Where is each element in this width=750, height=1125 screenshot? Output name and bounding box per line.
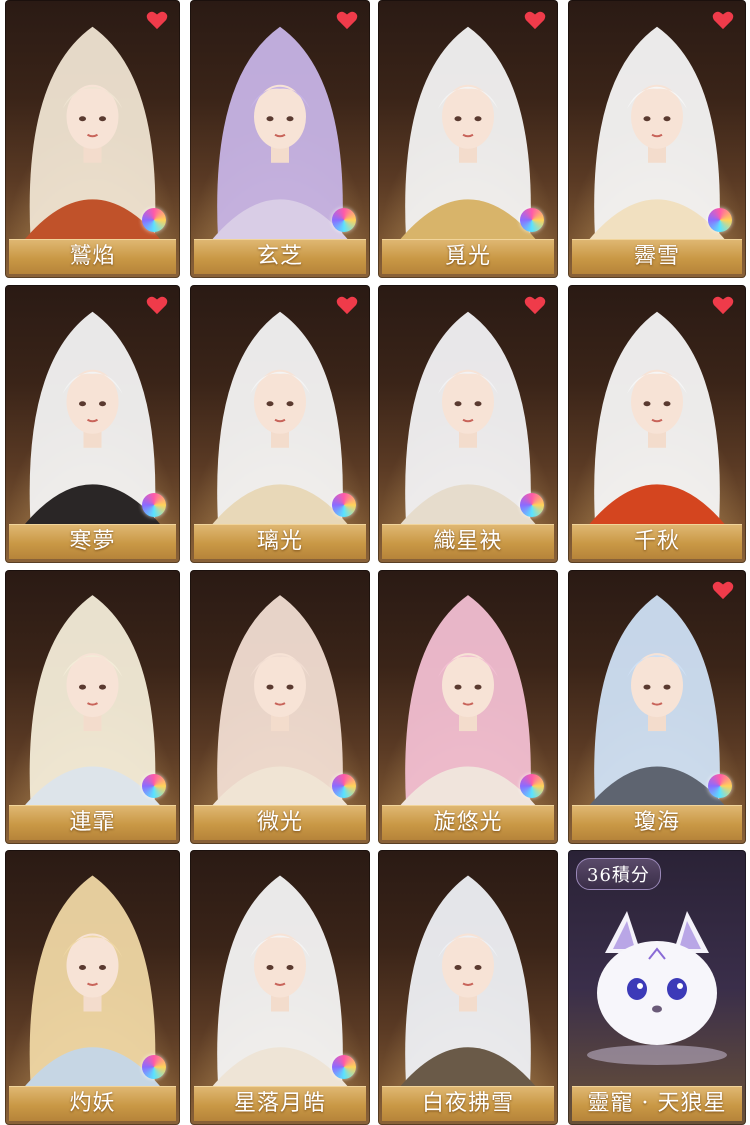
heart-icon[interactable] bbox=[146, 295, 168, 315]
character-portrait bbox=[398, 26, 538, 242]
outfit-name: 璃光 bbox=[194, 524, 366, 559]
character-portrait bbox=[210, 311, 350, 527]
character-portrait bbox=[210, 875, 350, 1089]
rainbow-orb-icon bbox=[520, 493, 544, 517]
heart-icon[interactable] bbox=[336, 10, 358, 30]
character-portrait bbox=[587, 311, 727, 527]
character-portrait bbox=[398, 595, 538, 808]
rainbow-orb-icon bbox=[332, 1055, 356, 1079]
rainbow-orb-icon bbox=[142, 1055, 166, 1079]
points-badge: 36積分 bbox=[576, 858, 661, 890]
outfit-card[interactable]: 寒夢 bbox=[5, 285, 180, 563]
rainbow-orb-icon bbox=[142, 493, 166, 517]
outfit-card[interactable]: 星落月皓 bbox=[190, 850, 370, 1125]
rainbow-orb-icon bbox=[332, 208, 356, 232]
outfit-card[interactable]: 灼妖 bbox=[5, 850, 180, 1125]
outfit-name: 千秋 bbox=[572, 524, 742, 559]
character-portrait bbox=[210, 595, 350, 808]
outfit-name: 霽雪 bbox=[572, 239, 742, 274]
character-portrait bbox=[22, 26, 163, 242]
character-portrait bbox=[398, 311, 538, 527]
pet-card[interactable]: 36積分 靈寵 · 天狼星 bbox=[568, 850, 746, 1125]
heart-icon[interactable] bbox=[336, 295, 358, 315]
heart-icon[interactable] bbox=[712, 295, 734, 315]
heart-icon[interactable] bbox=[524, 10, 546, 30]
outfit-name: 覓光 bbox=[382, 239, 554, 274]
character-portrait bbox=[22, 875, 163, 1089]
heart-icon[interactable] bbox=[146, 10, 168, 30]
character-portrait bbox=[587, 595, 727, 808]
heart-icon[interactable] bbox=[712, 10, 734, 30]
outfit-card[interactable]: 織星袂 bbox=[378, 285, 558, 563]
outfit-card[interactable]: 旋悠光 bbox=[378, 570, 558, 844]
rainbow-orb-icon bbox=[332, 493, 356, 517]
rainbow-orb-icon bbox=[142, 208, 166, 232]
character-portrait bbox=[22, 311, 163, 527]
outfit-name: 瓊海 bbox=[572, 805, 742, 840]
outfit-card[interactable]: 玄芝 bbox=[190, 0, 370, 278]
outfit-card[interactable]: 霽雪 bbox=[568, 0, 746, 278]
outfit-card[interactable]: 微光 bbox=[190, 570, 370, 844]
character-portrait bbox=[22, 595, 163, 808]
rainbow-orb-icon bbox=[520, 774, 544, 798]
outfit-card[interactable]: 千秋 bbox=[568, 285, 746, 563]
heart-icon[interactable] bbox=[524, 295, 546, 315]
outfit-name: 微光 bbox=[194, 805, 366, 840]
wolf-pet-icon bbox=[587, 911, 727, 1065]
outfit-name: 灼妖 bbox=[9, 1086, 176, 1121]
outfit-card[interactable]: 璃光 bbox=[190, 285, 370, 563]
outfit-card[interactable]: 鷲焰 bbox=[5, 0, 180, 278]
character-portrait bbox=[210, 26, 350, 242]
outfit-name: 白夜拂雪 bbox=[382, 1086, 554, 1121]
rainbow-orb-icon bbox=[142, 774, 166, 798]
character-portrait bbox=[587, 26, 727, 242]
outfit-name: 旋悠光 bbox=[382, 805, 554, 840]
rainbow-orb-icon bbox=[708, 208, 732, 232]
outfit-card[interactable]: 連霏 bbox=[5, 570, 180, 844]
outfit-name: 寒夢 bbox=[9, 524, 176, 559]
rainbow-orb-icon bbox=[332, 774, 356, 798]
character-portrait bbox=[398, 875, 538, 1089]
outfit-card[interactable]: 覓光 bbox=[378, 0, 558, 278]
outfit-name: 玄芝 bbox=[194, 239, 366, 274]
pet-name: 靈寵 · 天狼星 bbox=[572, 1086, 742, 1121]
outfit-name: 星落月皓 bbox=[194, 1086, 366, 1121]
rainbow-orb-icon bbox=[708, 774, 732, 798]
outfit-card[interactable]: 瓊海 bbox=[568, 570, 746, 844]
rainbow-orb-icon bbox=[520, 208, 544, 232]
outfit-name: 連霏 bbox=[9, 805, 176, 840]
outfit-name: 鷲焰 bbox=[9, 239, 176, 274]
outfit-card[interactable]: 白夜拂雪 bbox=[378, 850, 558, 1125]
outfit-name: 織星袂 bbox=[382, 524, 554, 559]
heart-icon[interactable] bbox=[712, 580, 734, 600]
